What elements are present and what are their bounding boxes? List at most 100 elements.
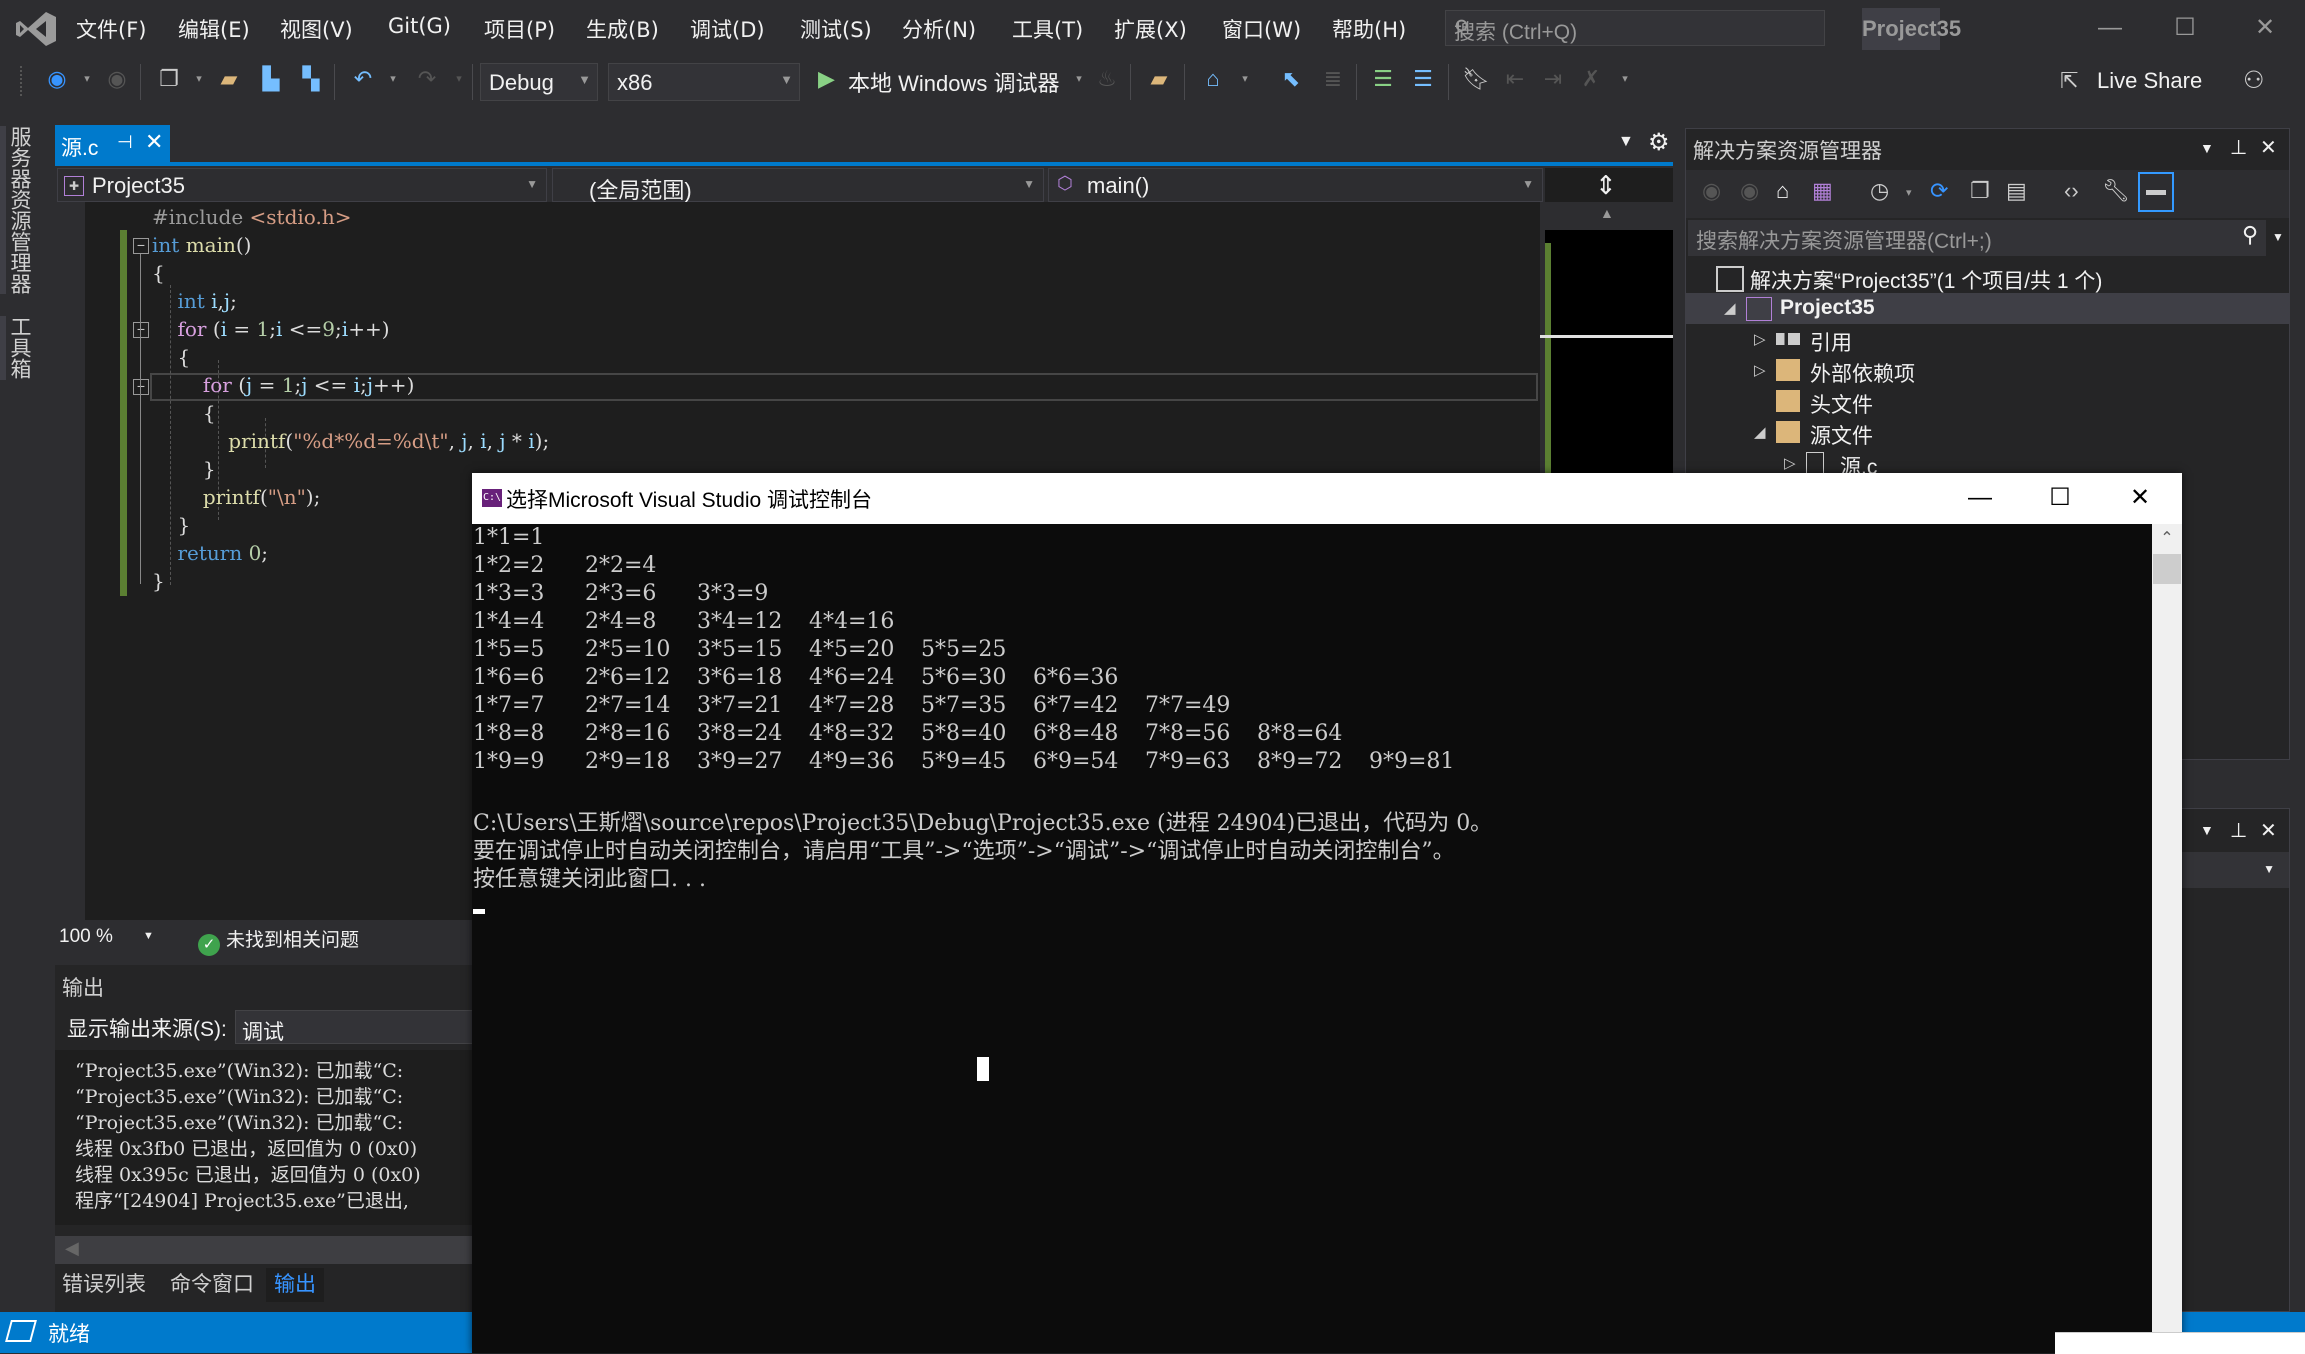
forward-icon[interactable]: ◉: [1740, 178, 1759, 204]
toolbar-grip[interactable]: [20, 66, 26, 96]
member-navigation-select[interactable]: ⬡ main() ▼: [1048, 168, 1543, 202]
search-icon[interactable]: ⚲: [2242, 222, 2258, 248]
tree-item[interactable]: ◢ 源文件: [1686, 417, 2289, 448]
menu-item[interactable]: 测试(S): [800, 14, 872, 44]
hot-reload-icon[interactable]: ♨: [1094, 66, 1120, 92]
expander-icon[interactable]: ◢: [1754, 423, 1766, 441]
feedback-icon[interactable]: ⚇: [2243, 66, 2265, 95]
start-debugging-button[interactable]: 本地 Windows 调试器: [848, 66, 1059, 98]
switch-views-icon[interactable]: ▦: [1812, 178, 1833, 204]
debug-target-dropdown-icon[interactable]: ▾: [1066, 66, 1092, 92]
new-project-dropdown-icon[interactable]: ▾: [186, 66, 212, 92]
console-scroll-thumb[interactable]: [2153, 554, 2181, 584]
uncomment-icon[interactable]: ☰: [1410, 66, 1436, 92]
menu-item[interactable]: 帮助(H): [1332, 14, 1406, 44]
select-element-icon[interactable]: ⬉: [1278, 66, 1304, 92]
new-project-icon[interactable]: ❐: [156, 66, 182, 92]
expander-icon[interactable]: ◢: [1724, 299, 1736, 317]
expander-icon[interactable]: ▷: [1754, 361, 1766, 379]
menu-item[interactable]: 分析(N): [902, 14, 976, 44]
pin-icon[interactable]: ⊥: [2230, 818, 2247, 843]
console-close-button[interactable]: ✕: [2110, 478, 2170, 518]
menu-item[interactable]: 窗口(W): [1222, 14, 1301, 44]
show-all-files-icon[interactable]: ▤: [2006, 178, 2027, 204]
undo-icon[interactable]: ↶: [350, 66, 376, 92]
solution-home-icon[interactable]: ⌂: [1200, 66, 1226, 92]
solution-explorer-search-input[interactable]: 搜索解决方案资源管理器(Ctrl+;): [1688, 220, 2266, 256]
close-tab-icon[interactable]: ✕: [145, 129, 163, 155]
next-bookmark-icon[interactable]: ⇥: [1540, 66, 1566, 92]
window-position-dropdown-icon[interactable]: ▼: [2200, 140, 2214, 156]
collapse-icon[interactable]: −: [133, 238, 149, 254]
scope-navigation-select[interactable]: (全局范围) ▼: [552, 168, 1044, 203]
server-explorer-tab[interactable]: 服务器资源管理器: [8, 126, 34, 294]
close-button[interactable]: ✕: [2240, 8, 2290, 48]
scroll-up-icon[interactable]: ▲: [1600, 205, 1614, 221]
tab-command-window[interactable]: 命令窗口: [170, 1268, 254, 1302]
menu-item[interactable]: 项目(P): [484, 14, 555, 44]
scroll-left-icon[interactable]: ◀: [65, 1238, 79, 1259]
close-panel-icon[interactable]: ✕: [2260, 818, 2277, 843]
navigate-back-icon[interactable]: ◉: [44, 66, 70, 92]
tree-item[interactable]: ◢ Project35: [1686, 293, 2289, 324]
open-file-icon[interactable]: ▰: [216, 66, 242, 92]
tree-item[interactable]: 头文件: [1686, 386, 2289, 417]
gear-icon[interactable]: ⚙: [1648, 128, 1670, 157]
console-vertical-scrollbar[interactable]: [2152, 524, 2182, 1353]
console-minimize-button[interactable]: —: [1950, 478, 2010, 518]
properties-wrench-icon[interactable]: 🔧︎: [2102, 178, 2130, 204]
toolbox-tab[interactable]: 工具箱: [8, 316, 34, 379]
output-source-select[interactable]: 调试: [235, 1010, 475, 1044]
menu-item[interactable]: 文件(F): [76, 14, 146, 44]
menu-item[interactable]: 调试(D): [690, 14, 765, 44]
menu-item[interactable]: 工具(T): [1012, 14, 1083, 44]
tab-error-list[interactable]: 错误列表: [62, 1268, 146, 1302]
menu-item[interactable]: 扩展(X): [1114, 14, 1187, 44]
bookmark-icon[interactable]: 🔖︎: [1462, 66, 1490, 92]
collapse-all-icon[interactable]: ❐: [1970, 178, 1990, 204]
navigate-back-dropdown-icon[interactable]: ▾: [74, 66, 100, 92]
search-options-dropdown-icon[interactable]: ▼: [2272, 230, 2284, 244]
project-navigation-select[interactable]: ✚ Project35 ▼: [57, 168, 547, 202]
pending-changes-filter-icon[interactable]: ◷: [1870, 178, 1889, 204]
tree-item[interactable]: 解决方案“Project35”(1 个项目/共 1 个): [1686, 262, 2289, 293]
previous-bookmark-icon[interactable]: ⇤: [1502, 66, 1528, 92]
clear-bookmarks-icon[interactable]: ✗: [1578, 66, 1604, 92]
navigate-forward-icon[interactable]: ◉: [104, 66, 130, 92]
ime-toolbar[interactable]: [2055, 1332, 2305, 1354]
close-panel-icon[interactable]: ✕: [2260, 135, 2277, 160]
find-in-files-icon[interactable]: ▰: [1146, 66, 1172, 92]
toolbar-overflow-icon[interactable]: ▾: [1612, 66, 1638, 92]
redo-dropdown-icon[interactable]: ▾: [446, 66, 472, 92]
filter-dropdown-icon[interactable]: ▾: [1906, 186, 1912, 199]
live-share-button[interactable]: Live Share: [2097, 68, 2202, 94]
tab-output[interactable]: 输出: [266, 1268, 324, 1302]
pin-icon[interactable]: ⊥: [2230, 135, 2247, 160]
console-maximize-button[interactable]: ☐: [2030, 478, 2090, 518]
window-position-dropdown-icon[interactable]: ▼: [2200, 822, 2214, 838]
platform-select[interactable]: x86 ▼: [608, 63, 800, 101]
expander-icon[interactable]: ▷: [1754, 330, 1766, 348]
view-code-icon[interactable]: ‹›: [2064, 178, 2079, 204]
tree-item[interactable]: ▷ 外部依赖项: [1686, 355, 2289, 386]
tab-list-dropdown-icon[interactable]: ▼: [1618, 133, 1634, 151]
collapse-icon[interactable]: −: [133, 379, 149, 395]
sync-icon[interactable]: ⟳: [1930, 178, 1948, 204]
align-icon[interactable]: ≣: [1320, 66, 1346, 92]
collapse-icon[interactable]: −: [133, 322, 149, 338]
menu-item[interactable]: 视图(V): [280, 14, 353, 44]
home-icon[interactable]: ⌂: [1776, 178, 1789, 204]
undo-dropdown-icon[interactable]: ▾: [380, 66, 406, 92]
overflow-dropdown-icon[interactable]: ▾: [1232, 66, 1258, 92]
pin-icon[interactable]: ⊣: [117, 132, 133, 153]
scroll-up-icon[interactable]: ⌃: [2152, 528, 2182, 548]
configuration-select[interactable]: Debug ▼: [480, 63, 598, 101]
document-tab-source-c[interactable]: 源.c ⊣ ✕: [55, 125, 170, 162]
menu-item[interactable]: Git(G): [388, 14, 451, 38]
split-window-button[interactable]: ⇕: [1545, 168, 1673, 202]
save-all-icon[interactable]: ▚: [298, 66, 324, 92]
minimize-button[interactable]: —: [2085, 8, 2135, 48]
start-debugging-icon[interactable]: ▶: [818, 66, 835, 92]
issues-indicator[interactable]: ✓ 未找到相关问题: [198, 925, 359, 956]
menu-item[interactable]: 生成(B): [586, 14, 659, 44]
